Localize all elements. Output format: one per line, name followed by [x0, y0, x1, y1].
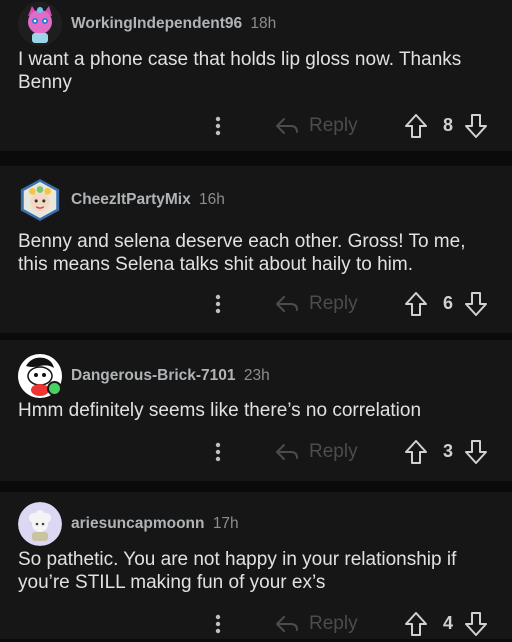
pink-cat-avatar-icon[interactable]	[18, 2, 62, 46]
comment-header: CheezItPartyMix 16h	[18, 178, 225, 222]
more-options-icon[interactable]	[210, 114, 226, 138]
comment: WorkingIndependent96 18h I want a phone …	[0, 0, 512, 151]
downvote-icon[interactable]	[464, 291, 488, 322]
timestamp: 16h	[199, 191, 225, 208]
more-options-icon[interactable]	[210, 612, 226, 636]
reply-label: Reply	[309, 293, 358, 314]
reply-arrow-icon	[276, 444, 298, 460]
comment-text: Benny and selena deserve each other. Gro…	[18, 231, 466, 275]
reply-button[interactable]: Reply	[275, 111, 358, 141]
vote-score: 3	[442, 441, 453, 461]
timestamp: 18h	[250, 15, 277, 32]
downvote-icon[interactable]	[464, 611, 488, 642]
vote-score: 4	[442, 613, 453, 633]
comment-actions: Reply 4	[0, 609, 512, 639]
reply-arrow-icon	[276, 616, 298, 632]
username[interactable]: ariesuncapmoonn	[71, 515, 205, 532]
reply-button[interactable]: Reply	[275, 289, 358, 319]
timestamp: 17h	[212, 515, 239, 532]
reply-label: Reply	[309, 441, 358, 462]
reply-label: Reply	[309, 115, 358, 136]
comment-actions: Reply 3	[0, 437, 512, 467]
comment-feed: WorkingIndependent96 18h I want a phone …	[0, 0, 512, 639]
comment-header: ariesuncapmoonn 17h	[18, 502, 239, 546]
comment-header: WorkingIndependent96 18h	[18, 2, 276, 46]
snoo-avatar-icon[interactable]	[18, 354, 62, 398]
upvote-icon[interactable]	[404, 439, 428, 470]
comment-text: Hmm definitely seems like there’s no cor…	[18, 400, 422, 421]
vote-score: 6	[442, 293, 453, 313]
comment-text: I want a phone case that holds lip gloss…	[18, 49, 462, 93]
online-status-dot	[47, 381, 62, 396]
timestamp: 23h	[243, 367, 270, 384]
comment: CheezItPartyMix 16h Benny and selena des…	[0, 166, 512, 333]
flower-crown-avatar-icon[interactable]	[18, 178, 62, 222]
reply-button[interactable]: Reply	[275, 609, 358, 639]
vote-score: 8	[442, 115, 453, 135]
upvote-icon[interactable]	[404, 291, 428, 322]
comment: ariesuncapmoonn 17h So pathetic. You are…	[0, 492, 512, 639]
reply-button[interactable]: Reply	[275, 437, 358, 467]
comment: Dangerous-Brick-7101 23h Hmm definitely …	[0, 340, 512, 481]
more-options-icon[interactable]	[210, 292, 226, 316]
comment-header: Dangerous-Brick-7101 23h	[18, 354, 270, 398]
comment-actions: Reply 8	[0, 111, 512, 141]
reply-arrow-icon	[276, 296, 298, 312]
reply-label: Reply	[309, 613, 358, 634]
upvote-icon[interactable]	[404, 611, 428, 642]
username[interactable]: WorkingIndependent96	[71, 15, 242, 32]
downvote-icon[interactable]	[464, 113, 488, 144]
comment-text: So pathetic. You are not happy in your r…	[18, 549, 457, 593]
downvote-icon[interactable]	[464, 439, 488, 470]
sheep-avatar-icon[interactable]	[18, 502, 62, 546]
username[interactable]: CheezItPartyMix	[71, 191, 191, 208]
reply-arrow-icon	[276, 118, 298, 134]
comment-actions: Reply 6	[0, 289, 512, 319]
more-options-icon[interactable]	[210, 440, 226, 464]
username[interactable]: Dangerous-Brick-7101	[71, 367, 236, 384]
upvote-icon[interactable]	[404, 113, 428, 144]
